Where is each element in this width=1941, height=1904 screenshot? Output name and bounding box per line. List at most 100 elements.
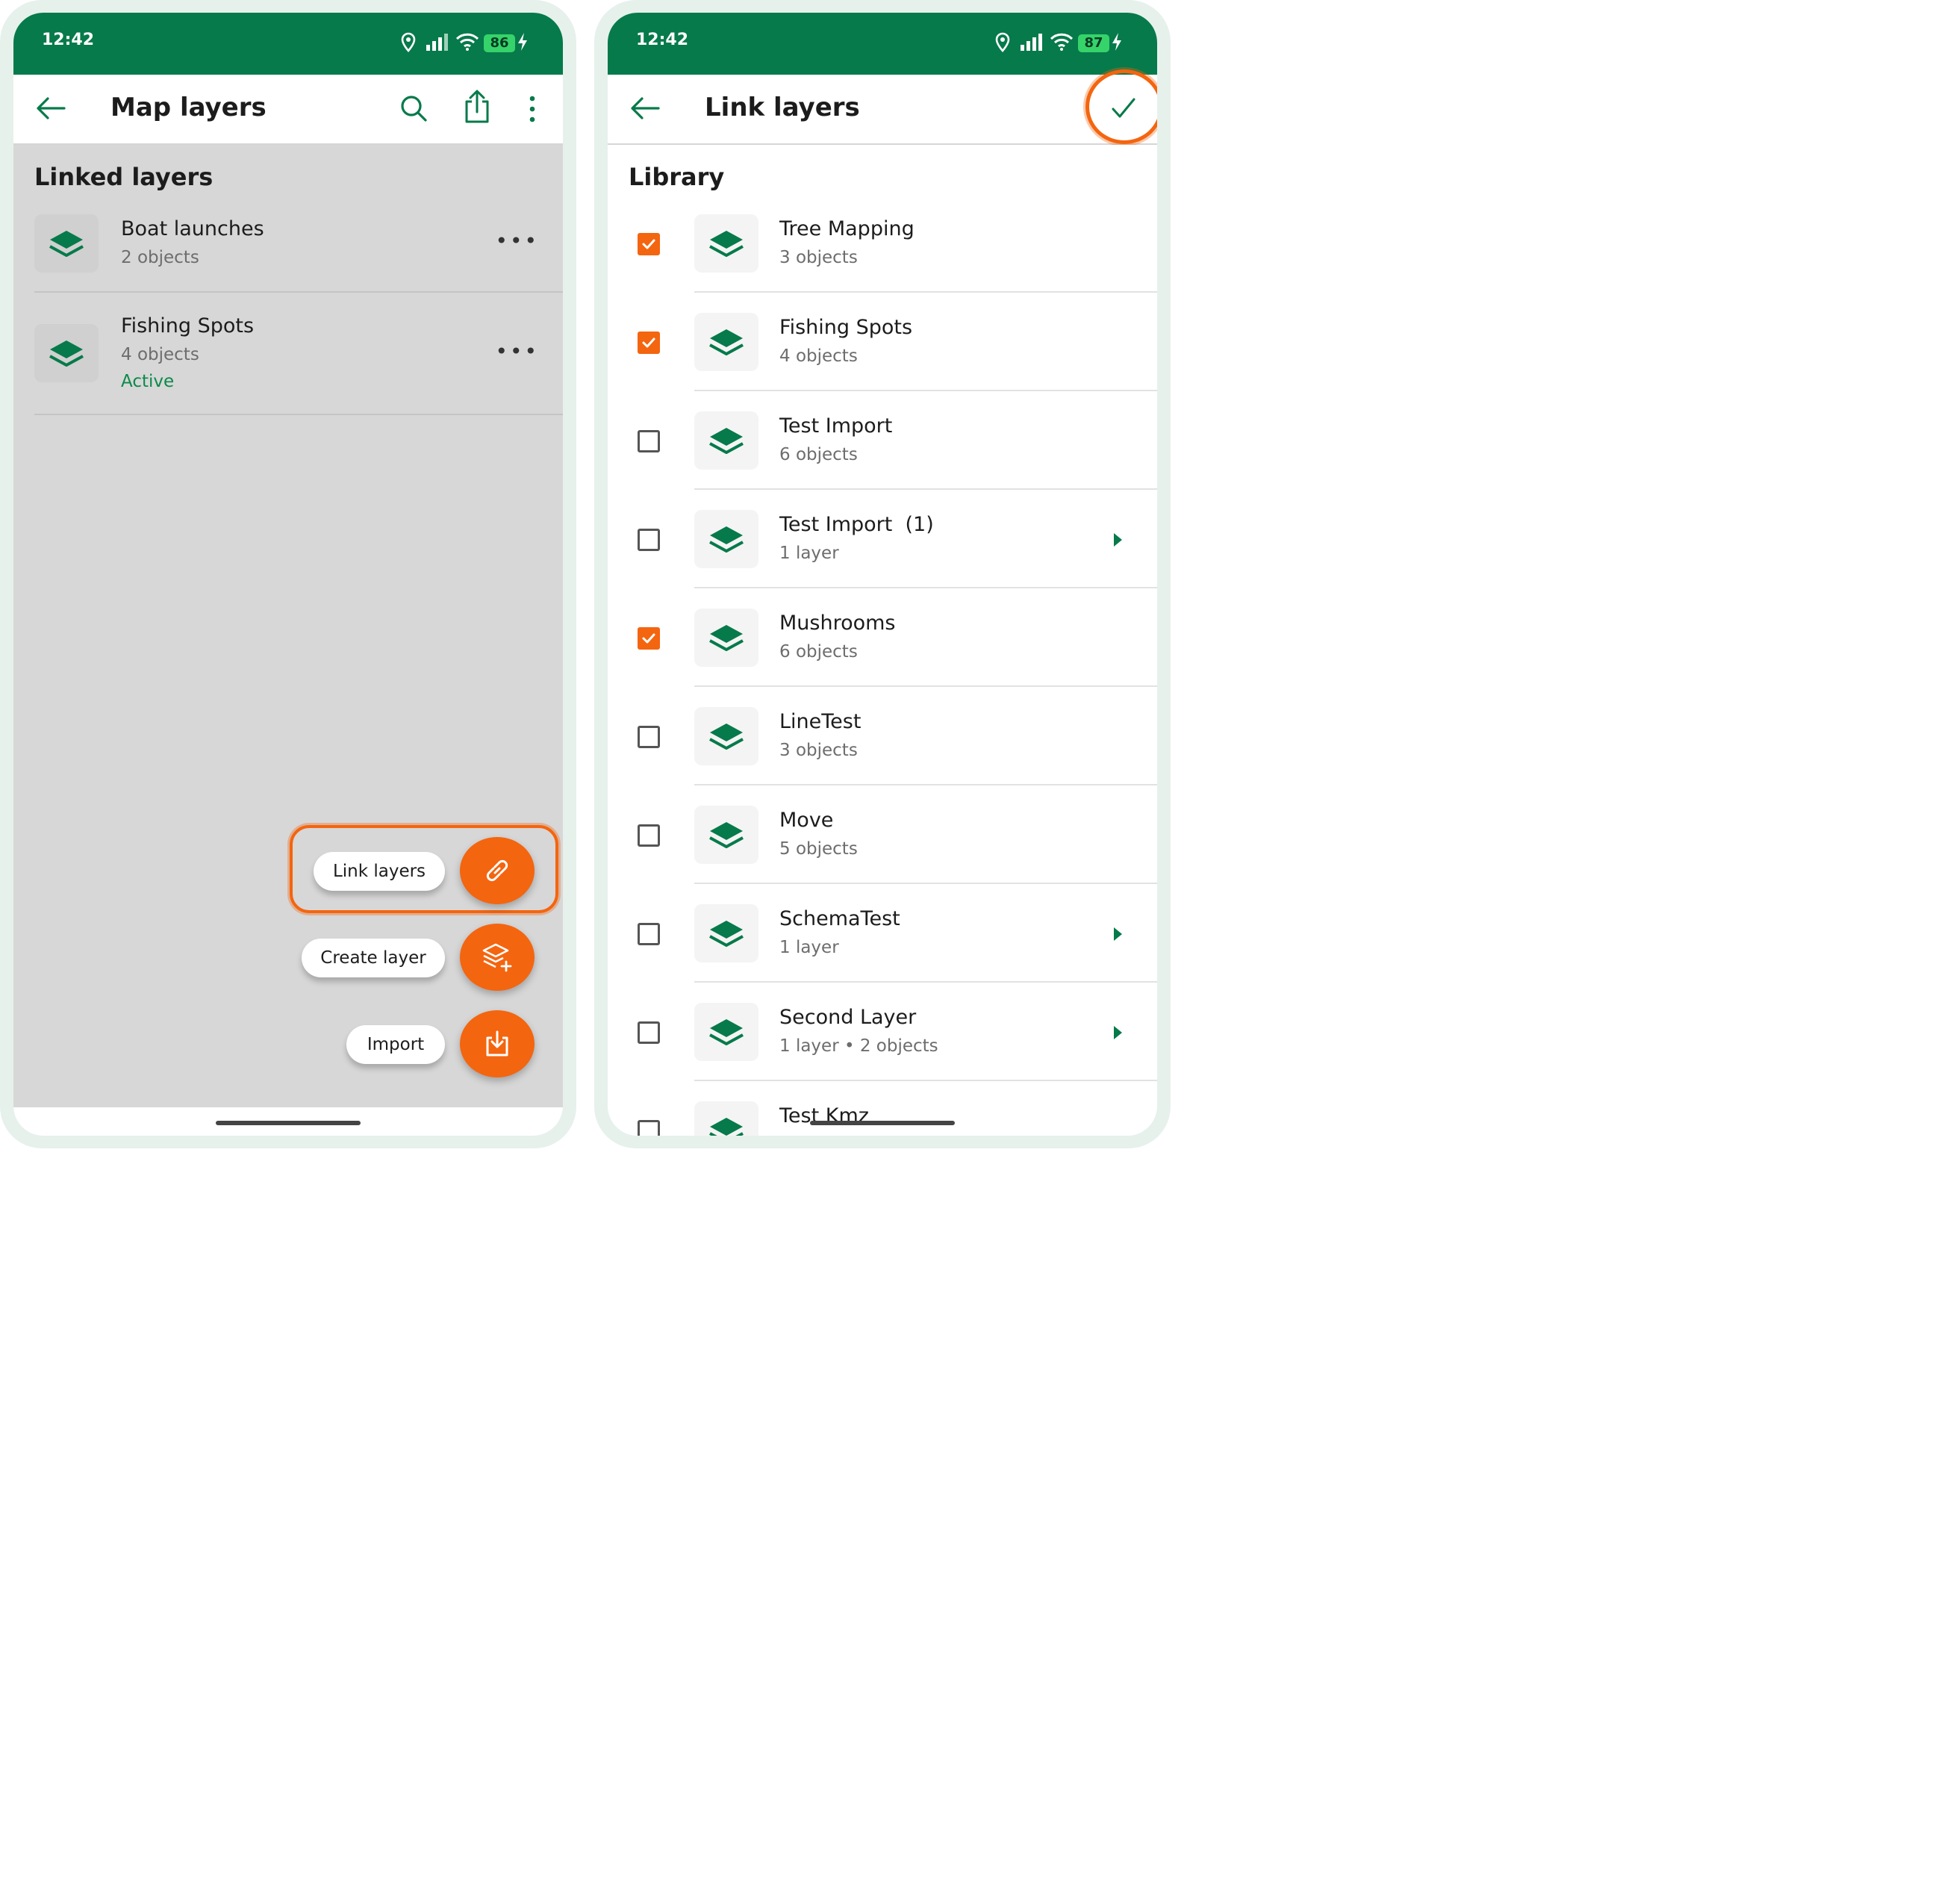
search-icon[interactable] xyxy=(399,93,429,123)
layers-icon xyxy=(709,625,744,651)
create-layer-icon xyxy=(482,943,512,972)
layer-count: 1 layer xyxy=(779,544,839,563)
layer-tile xyxy=(694,904,758,962)
layer-tile xyxy=(694,411,758,470)
import-label[interactable]: Import xyxy=(346,1025,445,1064)
check-icon xyxy=(642,633,655,644)
checkbox-unchecked[interactable] xyxy=(638,430,660,452)
link-layers-label[interactable]: Link layers xyxy=(314,852,445,891)
layers-icon xyxy=(709,428,744,454)
layer-count: 3 objects xyxy=(779,248,858,267)
highlight-confirm xyxy=(1085,69,1157,144)
divider xyxy=(694,784,1157,785)
layer-tile xyxy=(694,1101,758,1136)
layer-name: Move xyxy=(779,809,834,832)
link-layers-button[interactable] xyxy=(460,837,535,904)
checkbox-unchecked[interactable] xyxy=(638,1021,660,1044)
check-icon xyxy=(642,239,655,249)
page-title: Map layers xyxy=(110,93,267,122)
checkbox-unchecked[interactable] xyxy=(638,726,660,748)
checkbox-checked[interactable] xyxy=(638,627,660,650)
layer-tile xyxy=(694,806,758,864)
layer-name: Fishing Spots xyxy=(121,314,255,337)
checkbox-checked[interactable] xyxy=(638,332,660,354)
divider xyxy=(694,685,1157,687)
checkbox-unchecked[interactable] xyxy=(638,529,660,551)
status-bar: 12:42 86 xyxy=(13,13,563,75)
expand-arrow-icon[interactable] xyxy=(1112,532,1123,547)
layers-icon xyxy=(709,329,744,355)
layers-icon xyxy=(709,1019,744,1045)
location-icon xyxy=(401,32,416,52)
layer-count: 1 layer • 2 objects xyxy=(779,1036,938,1056)
layer-name: Fishing Spots xyxy=(779,316,913,339)
layers-icon xyxy=(709,822,744,848)
layer-tile xyxy=(694,510,758,568)
create-layer-label[interactable]: Create layer xyxy=(302,939,445,977)
status-time: 12:42 xyxy=(636,31,689,49)
layer-name: Test Import (1) xyxy=(779,513,934,536)
layer-name: SchemaTest xyxy=(779,907,900,930)
status-time: 12:42 xyxy=(42,31,95,49)
signal-icon xyxy=(426,34,448,51)
app-bar: Link layers xyxy=(608,75,1157,145)
layer-count: 3 objects xyxy=(779,741,858,760)
layer-name: Boat launches xyxy=(121,217,264,240)
more-horiz-icon[interactable]: ••• xyxy=(495,339,539,364)
more-vert-icon[interactable] xyxy=(527,94,538,124)
layers-icon xyxy=(709,921,744,947)
divider xyxy=(34,414,563,415)
checkbox-checked[interactable] xyxy=(638,233,660,255)
library-content: Library Tree Mapping 3 objects Fishing Spo… xyxy=(608,145,1157,1136)
home-indicator[interactable] xyxy=(216,1121,361,1125)
divider xyxy=(694,1080,1157,1081)
status-icons: 86 xyxy=(400,32,527,55)
layer-tile xyxy=(34,214,99,273)
import-button[interactable] xyxy=(460,1010,535,1077)
battery-level: 87 xyxy=(1078,34,1109,52)
divider xyxy=(694,587,1157,588)
layers-icon xyxy=(709,1118,744,1136)
status-bar: 12:42 87 xyxy=(608,13,1157,75)
link-icon xyxy=(486,859,508,882)
more-horiz-icon[interactable]: ••• xyxy=(495,228,539,253)
check-icon xyxy=(642,337,655,348)
layer-count: 4 objects xyxy=(121,345,199,364)
charging-icon xyxy=(1112,33,1121,51)
layer-tile xyxy=(694,313,758,371)
location-icon xyxy=(995,32,1010,52)
expand-arrow-icon[interactable] xyxy=(1112,927,1123,942)
screen: 12:42 86 Map layers Linked layers Boat l… xyxy=(13,13,563,1136)
layer-name: Second Layer xyxy=(779,1006,917,1029)
app-bar: Map layers xyxy=(13,75,563,145)
layers-icon xyxy=(49,340,84,367)
divider xyxy=(694,488,1157,490)
divider xyxy=(694,390,1157,391)
layer-tile xyxy=(694,707,758,765)
expand-arrow-icon[interactable] xyxy=(1112,1025,1123,1040)
back-arrow-icon[interactable] xyxy=(34,96,67,121)
section-title: Linked layers xyxy=(34,163,214,191)
phone-link-layers: 12:42 87 Link layers Library Tree Mappin… xyxy=(594,0,1171,1148)
checkbox-unchecked[interactable] xyxy=(638,1120,660,1136)
checkbox-unchecked[interactable] xyxy=(638,824,660,847)
layers-icon xyxy=(709,724,744,750)
layer-tile xyxy=(34,324,99,382)
layer-name: LineTest xyxy=(779,710,862,733)
battery-level: 86 xyxy=(484,34,515,52)
create-layer-button[interactable] xyxy=(460,924,535,991)
page-title: Link layers xyxy=(705,93,860,122)
layer-count: 5 objects xyxy=(779,839,858,859)
back-arrow-icon[interactable] xyxy=(629,96,661,121)
phone-map-layers: 12:42 86 Map layers Linked layers Boat l… xyxy=(0,0,576,1148)
layer-tile xyxy=(694,609,758,667)
checkbox-unchecked[interactable] xyxy=(638,923,660,945)
divider xyxy=(694,291,1157,293)
home-indicator[interactable] xyxy=(810,1121,955,1125)
layer-tile xyxy=(694,214,758,273)
share-icon[interactable] xyxy=(463,90,491,124)
layer-tile xyxy=(694,1003,758,1061)
charging-icon xyxy=(518,33,527,51)
layer-count: 6 objects xyxy=(779,642,858,662)
layer-count: 2 objects xyxy=(121,248,199,267)
